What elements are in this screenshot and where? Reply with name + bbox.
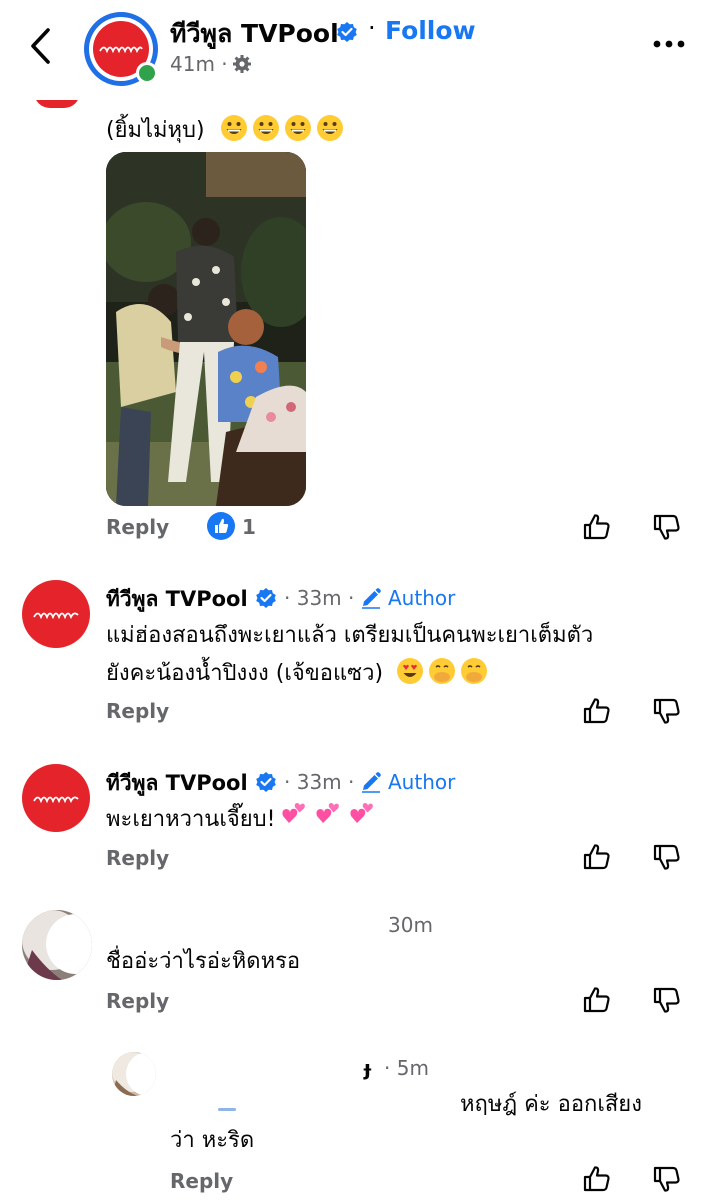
- commenter-avatar[interactable]: [112, 1052, 156, 1096]
- commenter-avatar[interactable]: [22, 580, 90, 648]
- commenter-avatar[interactable]: [22, 910, 92, 980]
- grinning-face-emoji-icon: [284, 115, 311, 141]
- comment-text: แม่ฮ่องสอนถึงพะเยาแล้ว เตรียมเป็นคนพะเยา…: [106, 623, 594, 648]
- comment-time: 30m: [388, 913, 433, 937]
- like-reaction-badge[interactable]: [207, 512, 235, 540]
- more-options-icon[interactable]: [652, 36, 686, 52]
- comment-time: · 5m: [384, 1056, 429, 1080]
- thumbs-down-icon[interactable]: [652, 842, 682, 872]
- reply-button[interactable]: Reply: [106, 699, 169, 723]
- commenter-avatar[interactable]: [22, 764, 90, 832]
- like-count: 1: [242, 515, 256, 539]
- reply-button[interactable]: Reply: [106, 846, 169, 870]
- comment-text: ยังคะน้องน้ำปิงงง (เจ้ขอแซว): [106, 655, 492, 693]
- commenter-name[interactable]: ทีวีพูล TVPool: [106, 767, 248, 800]
- follow-button[interactable]: Follow: [385, 16, 476, 45]
- privacy-gear-icon: [233, 55, 251, 73]
- heart-eyes-emoji-icon: [397, 658, 424, 684]
- post-time: 41m ·: [170, 52, 228, 76]
- commenter-name[interactable]: ทีวีพูล TVPool: [106, 583, 248, 616]
- pencil-icon: [362, 588, 381, 609]
- thumbs-up-icon[interactable]: [582, 1164, 612, 1194]
- post-header: ทีวีพูล TVPool · Follow 41m ·: [0, 0, 710, 100]
- thumbs-up-icon[interactable]: [582, 512, 612, 542]
- online-status-dot: [136, 62, 158, 84]
- reply-button[interactable]: Reply: [106, 515, 169, 539]
- reply-button[interactable]: Reply: [106, 989, 169, 1013]
- comment-text: ว่า หะริด: [170, 1128, 255, 1153]
- thumbs-up-icon[interactable]: [582, 842, 612, 872]
- like-thumb-icon: [215, 518, 229, 533]
- tvpool-logo-icon: [33, 612, 79, 620]
- grinning-face-emoji-icon: [220, 115, 247, 141]
- grinning-face-emoji-icon: [252, 115, 279, 141]
- tvpool-logo-icon: [99, 46, 143, 54]
- comment-text: (ยิ้มไม่หุบ): [106, 112, 348, 150]
- face-hand-over-mouth-emoji-icon: [461, 658, 488, 684]
- comment-text: ชื่ออ่ะว่าไรอ่ะหิดหรอ: [106, 949, 301, 974]
- comment-time: · 33m ·: [284, 770, 355, 794]
- two-hearts-emoji-icon: [282, 803, 306, 823]
- photo-illustration: [106, 152, 306, 506]
- reply-button[interactable]: Reply: [170, 1169, 233, 1193]
- two-hearts-emoji-icon: [350, 803, 374, 823]
- verified-badge-icon: [337, 22, 357, 42]
- thumbs-up-icon[interactable]: [582, 696, 612, 726]
- two-hearts-emoji-icon: [316, 803, 340, 823]
- redaction-mark: [218, 1108, 236, 1111]
- thumbs-down-icon[interactable]: [652, 1164, 682, 1194]
- header-separator: ·: [368, 14, 376, 42]
- page-name[interactable]: ทีวีพูล TVPool: [170, 14, 339, 54]
- comment-text: พะเยาหวานเจี๊ยบ!: [106, 801, 377, 839]
- comment-time: · 33m ·: [284, 586, 355, 610]
- thumbs-down-icon[interactable]: [652, 512, 682, 542]
- verified-badge-icon: [256, 772, 276, 792]
- page-avatar[interactable]: [84, 12, 158, 86]
- back-arrow-icon[interactable]: [24, 24, 60, 68]
- author-badge: Author: [388, 770, 456, 794]
- tvpool-logo-icon: [33, 796, 79, 804]
- thumbs-up-icon[interactable]: [582, 985, 612, 1015]
- comment-text: หฤษฎ์ ค่ะ ออกเสียง: [460, 1092, 642, 1117]
- author-badge: Author: [388, 586, 456, 610]
- comment-photo[interactable]: [106, 152, 306, 506]
- verified-badge-icon: [256, 588, 276, 608]
- thumbs-down-icon[interactable]: [652, 985, 682, 1015]
- thumbs-down-icon[interactable]: [652, 696, 682, 726]
- commenter-name[interactable]: ɟ: [364, 1056, 371, 1080]
- pencil-icon: [362, 772, 381, 793]
- grinning-face-emoji-icon: [316, 115, 343, 141]
- face-hand-over-mouth-emoji-icon: [429, 658, 456, 684]
